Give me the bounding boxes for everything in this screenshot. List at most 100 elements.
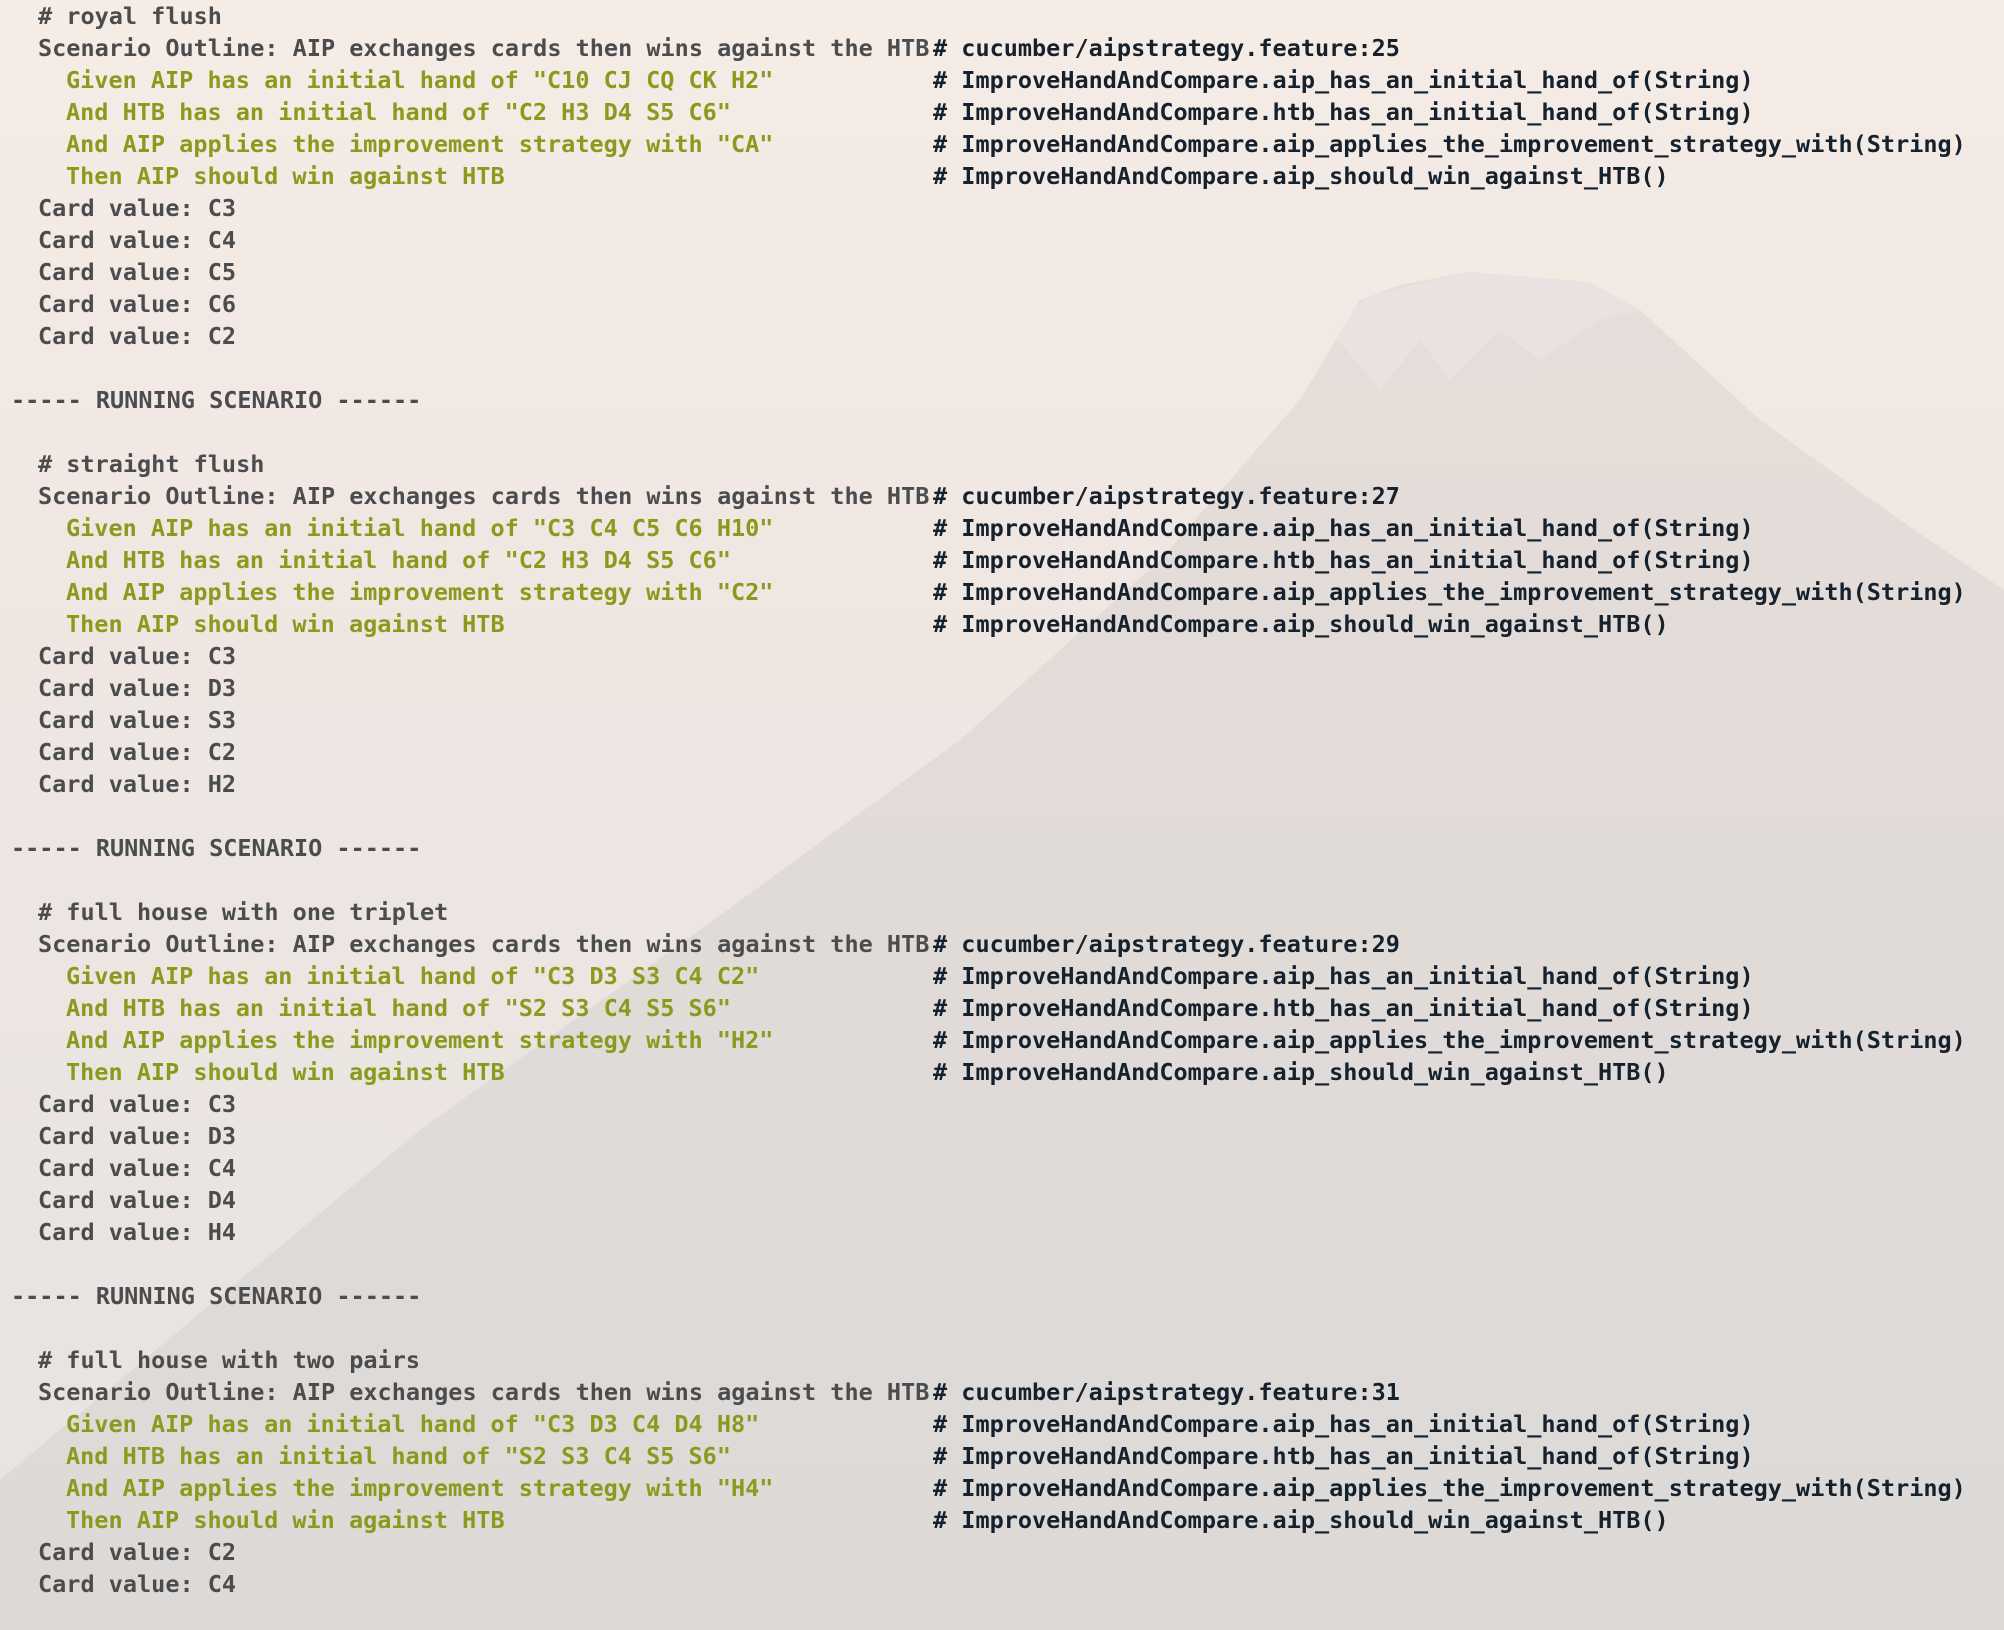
and-strategy-step: And AIP applies the improvement strategy… <box>66 130 774 158</box>
terminal-line: Given AIP has an initial hand of "C3 C4 … <box>0 512 2004 544</box>
terminal-line: Card value: C2 <box>0 736 2004 768</box>
terminal-line: Given AIP has an initial hand of "C3 D3 … <box>0 960 2004 992</box>
divider-text: ----- RUNNING SCENARIO ------ <box>11 834 422 862</box>
terminal-line: ----- RUNNING SCENARIO ------ <box>0 384 2004 416</box>
terminal-line: Card value: D3 <box>0 1120 2004 1152</box>
terminal-line: Card value: C2 <box>0 320 2004 352</box>
step-definition: # ImproveHandAndCompare.aip_applies_the_… <box>933 1026 1966 1054</box>
card-value-line: Card value: C5 <box>38 258 237 286</box>
terminal-line: Given AIP has an initial hand of "C3 D3 … <box>0 1408 2004 1440</box>
card-value-line: Card value: D3 <box>38 1122 237 1150</box>
terminal-line: And AIP applies the improvement strategy… <box>0 128 2004 160</box>
card-value-line: Card value: H2 <box>38 770 237 798</box>
card-value-line: Card value: C2 <box>38 1538 237 1566</box>
terminal-line: Then AIP should win against HTB # Improve… <box>0 1056 2004 1088</box>
feature-location: # cucumber/aipstrategy.feature:29 <box>933 930 1400 958</box>
and-htb-step: And HTB has an initial hand of "S2 S3 C4… <box>66 1442 731 1470</box>
step-definition: # ImproveHandAndCompare.aip_has_an_initi… <box>933 1410 1754 1438</box>
terminal-line: Scenario Outline: AIP exchanges cards th… <box>0 928 2004 960</box>
terminal-line: # straight flush <box>0 448 2004 480</box>
card-value-line: Card value: H4 <box>38 1218 237 1246</box>
card-value-line: Card value: C3 <box>38 642 237 670</box>
then-step: Then AIP should win against HTB <box>66 162 505 190</box>
terminal-line: Card value: D4 <box>0 1184 2004 1216</box>
card-value-line: Card value: D4 <box>38 1186 237 1214</box>
and-strategy-step: And AIP applies the improvement strategy… <box>66 578 774 606</box>
and-htb-step: And HTB has an initial hand of "S2 S3 C4… <box>66 994 731 1022</box>
step-definition: # ImproveHandAndCompare.htb_has_an_initi… <box>933 994 1754 1022</box>
terminal-line: # royal flush <box>0 0 2004 32</box>
and-strategy-step: And AIP applies the improvement strategy… <box>66 1474 774 1502</box>
terminal-line: And AIP applies the improvement strategy… <box>0 576 2004 608</box>
terminal-line: And HTB has an initial hand of "S2 S3 C4… <box>0 992 2004 1024</box>
terminal-line: Card value: S3 <box>0 704 2004 736</box>
terminal-line: Scenario Outline: AIP exchanges cards th… <box>0 1376 2004 1408</box>
and-htb-step: And HTB has an initial hand of "C2 H3 D4… <box>66 546 731 574</box>
terminal-output: # royal flush Scenario Outline: AIP excha… <box>0 0 2004 1630</box>
then-step: Then AIP should win against HTB <box>66 1058 505 1086</box>
terminal-line: Card value: H2 <box>0 768 2004 800</box>
terminal-line: Card value: C4 <box>0 1568 2004 1600</box>
scenario-comment: # full house with two pairs <box>38 1346 421 1374</box>
given-step: Given AIP has an initial hand of "C3 D3 … <box>66 1410 760 1438</box>
card-value-line: Card value: C4 <box>38 1570 237 1598</box>
terminal-line: Then AIP should win against HTB # Improve… <box>0 1504 2004 1536</box>
step-definition: # ImproveHandAndCompare.aip_has_an_initi… <box>933 66 1754 94</box>
step-definition: # ImproveHandAndCompare.htb_has_an_initi… <box>933 546 1754 574</box>
step-definition: # ImproveHandAndCompare.aip_should_win_a… <box>933 610 1669 638</box>
terminal-line: # full house with one triplet <box>0 896 2004 928</box>
terminal-line: Card value: C5 <box>0 256 2004 288</box>
step-definition: # ImproveHandAndCompare.htb_has_an_initi… <box>933 98 1754 126</box>
divider-text: ----- RUNNING SCENARIO ------ <box>11 1282 422 1310</box>
scenario-comment: # royal flush <box>38 2 222 30</box>
card-value-line: Card value: C4 <box>38 226 237 254</box>
step-definition: # ImproveHandAndCompare.aip_has_an_initi… <box>933 514 1754 542</box>
feature-location: # cucumber/aipstrategy.feature:25 <box>933 34 1400 62</box>
divider-text: ----- RUNNING SCENARIO ------ <box>11 386 422 414</box>
terminal-line: Card value: C4 <box>0 1152 2004 1184</box>
then-step: Then AIP should win against HTB <box>66 1506 505 1534</box>
terminal-line: Card value: D3 <box>0 672 2004 704</box>
given-step: Given AIP has an initial hand of "C10 CJ… <box>66 66 774 94</box>
feature-location: # cucumber/aipstrategy.feature:27 <box>933 482 1400 510</box>
terminal-line: Card value: C3 <box>0 1088 2004 1120</box>
step-definition: # ImproveHandAndCompare.aip_applies_the_… <box>933 578 1966 606</box>
card-value-line: Card value: S3 <box>38 706 237 734</box>
card-value-line: Card value: C4 <box>38 1154 237 1182</box>
given-step: Given AIP has an initial hand of "C3 C4 … <box>66 514 774 542</box>
terminal-line: And HTB has an initial hand of "S2 S3 C4… <box>0 1440 2004 1472</box>
card-value-line: Card value: D3 <box>38 674 237 702</box>
card-value-line: Card value: C6 <box>38 290 237 318</box>
feature-location: # cucumber/aipstrategy.feature:31 <box>933 1378 1400 1406</box>
step-definition: # ImproveHandAndCompare.aip_applies_the_… <box>933 1474 1966 1502</box>
terminal-line: Card value: C3 <box>0 640 2004 672</box>
scenario-comment: # full house with one triplet <box>38 898 449 926</box>
terminal-line: ----- RUNNING SCENARIO ------ <box>0 832 2004 864</box>
step-definition: # ImproveHandAndCompare.aip_should_win_a… <box>933 162 1669 190</box>
and-strategy-step: And AIP applies the improvement strategy… <box>66 1026 774 1054</box>
card-value-line: Card value: C3 <box>38 194 237 222</box>
step-definition: # ImproveHandAndCompare.aip_should_win_a… <box>933 1506 1669 1534</box>
terminal-line: Card value: H4 <box>0 1216 2004 1248</box>
terminal-line: Card value: C6 <box>0 288 2004 320</box>
terminal-line: Scenario Outline: AIP exchanges cards th… <box>0 480 2004 512</box>
step-definition: # ImproveHandAndCompare.aip_should_win_a… <box>933 1058 1669 1086</box>
scenario-comment: # straight flush <box>38 450 265 478</box>
then-step: Then AIP should win against HTB <box>66 610 505 638</box>
card-value-line: Card value: C2 <box>38 738 237 766</box>
scenario-outline: Scenario Outline: AIP exchanges cards th… <box>38 482 930 510</box>
terminal-line: And AIP applies the improvement strategy… <box>0 1024 2004 1056</box>
terminal-line: Card value: C4 <box>0 224 2004 256</box>
given-step: Given AIP has an initial hand of "C3 D3 … <box>66 962 760 990</box>
terminal-line: And HTB has an initial hand of "C2 H3 D4… <box>0 544 2004 576</box>
terminal-line: Card value: C3 <box>0 192 2004 224</box>
terminal-line: And HTB has an initial hand of "C2 H3 D4… <box>0 96 2004 128</box>
terminal-line: And AIP applies the improvement strategy… <box>0 1472 2004 1504</box>
step-definition: # ImproveHandAndCompare.htb_has_an_initi… <box>933 1442 1754 1470</box>
